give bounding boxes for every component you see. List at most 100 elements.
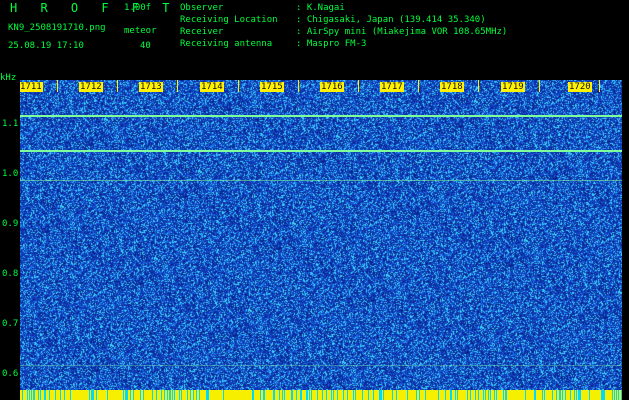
spectrogram-noise bbox=[20, 80, 622, 390]
detection-mark bbox=[618, 390, 619, 400]
x-tick-label: 1712 bbox=[79, 82, 103, 92]
x-tick-label: 1715 bbox=[260, 82, 284, 92]
detection-mark bbox=[27, 390, 28, 400]
detection-mark bbox=[187, 390, 188, 400]
x-tick-label: 1714 bbox=[200, 82, 224, 92]
detection-mark bbox=[152, 390, 153, 400]
detection-mark bbox=[284, 390, 285, 400]
timestamp-label: 25.08.19 17:10 bbox=[8, 41, 84, 51]
detection-mark bbox=[602, 390, 603, 400]
y-tick-label: 1.0 bbox=[2, 169, 19, 179]
detection-mark bbox=[445, 390, 446, 400]
detection-mark bbox=[475, 390, 476, 400]
detection-mark bbox=[612, 390, 613, 400]
detection-mark bbox=[181, 390, 182, 400]
detection-mark bbox=[331, 390, 332, 400]
meteor-count: 40 bbox=[140, 41, 151, 51]
detection-mark bbox=[38, 390, 39, 400]
detection-mark bbox=[552, 390, 553, 400]
detection-mark bbox=[542, 390, 543, 400]
x-tick-mark bbox=[358, 80, 359, 92]
x-tick-mark bbox=[117, 80, 118, 92]
version-label: 1.00f bbox=[124, 3, 152, 13]
detection-mark bbox=[93, 390, 94, 400]
location-label: Receiving Location bbox=[180, 15, 278, 25]
right-margin bbox=[622, 80, 629, 400]
x-tick-mark bbox=[57, 80, 58, 92]
detection-mark bbox=[107, 390, 108, 400]
detection-mark bbox=[483, 390, 484, 400]
detection-mark bbox=[31, 390, 32, 400]
detection-mark bbox=[559, 390, 560, 400]
detection-mark bbox=[193, 390, 194, 400]
detection-mark bbox=[40, 390, 41, 400]
y-tick-label: 0.7 bbox=[2, 319, 19, 329]
x-tick-mark bbox=[539, 80, 540, 92]
x-tick-mark bbox=[238, 80, 239, 92]
detection-mark bbox=[380, 390, 381, 400]
detection-mark bbox=[343, 390, 344, 400]
detection-mark bbox=[174, 390, 175, 400]
y-tick-label: 0.6 bbox=[2, 369, 19, 379]
detection-mark bbox=[470, 390, 471, 400]
detection-strip bbox=[20, 390, 622, 400]
detection-mark bbox=[55, 390, 56, 400]
detection-mark bbox=[457, 390, 458, 400]
detection-mark bbox=[49, 390, 50, 400]
detection-mark bbox=[362, 390, 363, 400]
detection-mark bbox=[496, 390, 497, 400]
detection-mark bbox=[179, 390, 180, 400]
detection-mark bbox=[407, 390, 408, 400]
detection-mark bbox=[416, 390, 417, 400]
detection-mark bbox=[34, 390, 35, 400]
detection-mark bbox=[467, 390, 468, 400]
detection-mark bbox=[580, 390, 581, 400]
detection-mark bbox=[208, 390, 209, 400]
detection-mark bbox=[565, 390, 566, 400]
detection-mark bbox=[355, 390, 356, 400]
y-tick-label: 1.1 bbox=[2, 119, 19, 129]
detection-mark bbox=[274, 390, 275, 400]
antenna-value: : Maspro FM-3 bbox=[296, 39, 367, 49]
detection-mark bbox=[190, 390, 191, 400]
x-tick-label: 1717 bbox=[380, 82, 404, 92]
detection-mark bbox=[381, 390, 382, 400]
detection-mark bbox=[396, 390, 397, 400]
detection-mark bbox=[544, 390, 545, 400]
detection-mark bbox=[589, 390, 590, 400]
detection-mark bbox=[169, 390, 170, 400]
detection-mark bbox=[130, 390, 131, 400]
detection-mark bbox=[60, 390, 61, 400]
meteor-label: meteor bbox=[124, 26, 157, 36]
detection-mark bbox=[333, 390, 334, 400]
location-value: : Chigasaki, Japan (139.414 35.340) bbox=[296, 15, 486, 25]
detection-mark bbox=[96, 390, 97, 400]
detection-mark bbox=[123, 390, 124, 400]
detection-mark bbox=[494, 390, 495, 400]
detection-mark bbox=[29, 390, 30, 400]
detection-mark bbox=[307, 390, 308, 400]
detection-mark bbox=[143, 390, 144, 400]
x-tick-mark bbox=[177, 80, 178, 92]
detection-mark bbox=[89, 390, 90, 400]
carrier-tone-line bbox=[20, 365, 622, 366]
observer-value: : K.Nagai bbox=[296, 3, 345, 13]
detection-mark bbox=[604, 390, 605, 400]
detection-mark bbox=[506, 390, 507, 400]
detection-mark bbox=[22, 390, 23, 400]
x-tick-mark bbox=[599, 80, 600, 92]
detection-mark bbox=[451, 390, 452, 400]
detection-mark bbox=[570, 390, 571, 400]
detection-mark bbox=[156, 390, 157, 400]
detection-mark bbox=[44, 390, 45, 400]
detection-mark bbox=[127, 390, 128, 400]
x-tick-mark bbox=[478, 80, 479, 92]
detection-mark bbox=[616, 390, 617, 400]
detection-mark bbox=[525, 390, 526, 400]
detection-mark bbox=[296, 390, 297, 400]
detection-mark bbox=[535, 390, 536, 400]
detection-mark bbox=[292, 390, 293, 400]
y-tick-label: 0.8 bbox=[2, 269, 19, 279]
detection-mark bbox=[347, 390, 348, 400]
x-tick-label: 1720 bbox=[568, 82, 592, 92]
